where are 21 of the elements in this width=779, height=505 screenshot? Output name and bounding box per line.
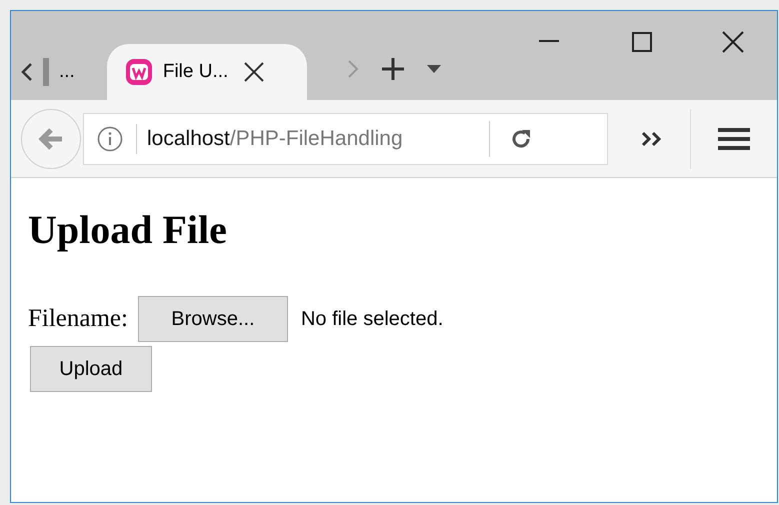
field-label: Filename: [28, 304, 128, 334]
close-icon[interactable] [722, 31, 744, 53]
close-icon[interactable] [244, 62, 264, 82]
back-icon [38, 127, 64, 151]
chevron-double-icon[interactable] [641, 130, 663, 146]
browser-tab[interactable]: ... [21, 44, 79, 100]
file-status: No file selected. [300, 307, 444, 332]
browse-button[interactable]: Browse... [138, 296, 288, 342]
reload-icon[interactable] [510, 128, 532, 150]
caret-icon[interactable] [426, 65, 441, 73]
info-icon [97, 126, 123, 152]
maximize-icon[interactable] [632, 32, 652, 52]
menu-icon[interactable] [718, 126, 750, 150]
chevron-left-icon[interactable] [21, 62, 33, 82]
upload-button[interactable]: Upload [30, 346, 152, 392]
plus-icon[interactable] [380, 57, 405, 81]
page-heading: Upload File [28, 206, 228, 254]
address-bar[interactable]: localhost/PHP-FileHandling [83, 112, 608, 164]
url-text: localhost/PHP-FileHandling [147, 126, 404, 152]
browser-tab[interactable]: File U... [106, 44, 307, 100]
tab-favicon-icon [124, 58, 153, 86]
